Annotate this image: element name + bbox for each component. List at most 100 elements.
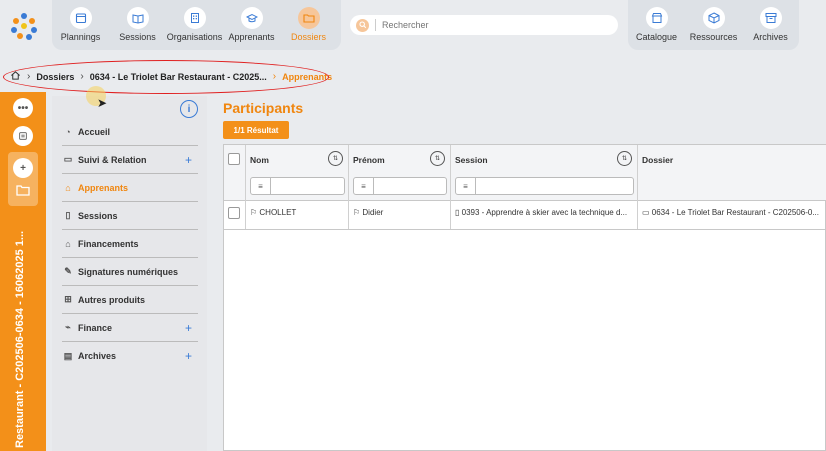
search-divider (375, 19, 376, 31)
folder-icon (15, 182, 31, 203)
add-button[interactable]: + (13, 158, 33, 178)
sidebar-item-accueil[interactable]: ◔ Accueil (62, 118, 198, 146)
sidebar-item-label: Sessions (78, 210, 118, 221)
right-nav-group: Catalogue Ressources Archives (628, 0, 799, 50)
top-navigation-bar: Plannings Sessions Organisations Apprena… (0, 0, 826, 56)
sidebar-item-sessions[interactable]: ▯ Sessions (62, 202, 198, 230)
building-icon (183, 7, 206, 29)
cube-icon (702, 7, 725, 29)
more-options-button[interactable]: ••• (13, 98, 33, 118)
main-nav-group: Plannings Sessions Organisations Apprena… (52, 0, 341, 50)
filter-icon: ≡ (251, 178, 271, 194)
info-icon[interactable]: i (180, 100, 198, 118)
add-icon[interactable]: + (185, 321, 192, 335)
dashboard-icon: ◔ (65, 126, 71, 137)
add-icon[interactable]: + (185, 349, 192, 363)
nav-organisations[interactable]: Organisations (166, 0, 223, 50)
nav-sessions[interactable]: Sessions (109, 0, 166, 50)
graduation-cap-icon: ⚐ (250, 208, 260, 217)
column-header-prenom[interactable]: Prénom (353, 155, 385, 165)
sidebar-item-apprenants[interactable]: ⌂ Apprenants (62, 174, 198, 202)
sidebar-item-suivi-relation[interactable]: ▭ Suivi & Relation + (62, 146, 198, 174)
row-divider (224, 229, 826, 230)
sidebar-item-finance[interactable]: ⌁ Finance + (62, 314, 198, 342)
nav-catalogue[interactable]: Catalogue (628, 0, 685, 50)
sidebar-item-label: Accueil (78, 126, 111, 137)
cell-nom[interactable]: CHOLLET (259, 208, 296, 217)
nav-label: Ressources (689, 32, 738, 42)
bank-icon: ⌂ (65, 238, 71, 249)
calendar-button[interactable] (13, 126, 33, 146)
cell-dossier[interactable]: 0634 - Le Triolet Bar Restaurant - C2025… (652, 208, 819, 217)
main-content: Participants 1/1 Résultat Nom ⇅ ≡ ⚐ CHOL… (207, 96, 826, 451)
nav-ressources[interactable]: Ressources (685, 0, 742, 50)
cell-session[interactable]: 0393 - Apprendre à skier avec la techniq… (462, 208, 627, 217)
mouse-cursor-icon: ➤ (97, 96, 108, 110)
chart-icon: ⌁ (65, 322, 71, 332)
result-count-badge: 1/1 Résultat (223, 121, 289, 139)
table-cell: ▯ 0393 - Apprendre à skier avec la techn… (455, 208, 635, 217)
sidebar-item-archives[interactable]: ▤ Archives + (62, 342, 198, 370)
sidebar-item-financements[interactable]: ⌂ Financements (62, 230, 198, 258)
graduation-cap-icon: ⌂ (65, 182, 71, 193)
dossier-vertical-title: Restaurant - C202506-0634 - 16062025 1..… (14, 230, 26, 448)
table-cell: ⚐ CHOLLET (250, 208, 346, 217)
sidebar-item-autres-produits[interactable]: ⊞ Autres produits (62, 286, 198, 314)
nav-label: Catalogue (635, 32, 678, 42)
nav-label: Plannings (60, 32, 101, 42)
sidebar-item-label: Autres produits (78, 294, 146, 305)
column-header-dossier[interactable]: Dossier (642, 155, 673, 165)
nav-label: Organisations (166, 32, 223, 42)
sidebar-item-label: Financements (78, 238, 139, 249)
filter-prenom[interactable]: ≡ (353, 177, 447, 195)
sidebar-item-signatures[interactable]: ✎ Signatures numériques (62, 258, 198, 286)
add-icon[interactable]: + (185, 153, 192, 167)
calendar-icon (69, 7, 92, 29)
folder-icon: ▭ (642, 208, 652, 217)
sidebar-item-label: Finance (78, 322, 113, 333)
sort-icon[interactable]: ⇅ (617, 151, 632, 166)
column-header-nom[interactable]: Nom (250, 155, 269, 165)
book-icon: ▯ (65, 210, 71, 220)
filter-icon: ≡ (354, 178, 374, 194)
filter-nom[interactable]: ≡ (250, 177, 345, 195)
nav-label: Apprenants (228, 32, 275, 42)
select-all-checkbox[interactable] (228, 153, 240, 165)
nav-label: Dossiers (290, 32, 326, 42)
app-logo[interactable] (8, 10, 40, 42)
row-checkbox[interactable] (228, 207, 240, 219)
nav-apprenants[interactable]: Apprenants (223, 0, 280, 50)
sidebar-item-label: Signatures numériques (78, 266, 179, 277)
signature-icon: ✎ (64, 266, 72, 276)
nav-plannings[interactable]: Plannings (52, 0, 109, 50)
filter-icon: ≡ (456, 178, 476, 194)
sort-icon[interactable]: ⇅ (328, 151, 343, 166)
nav-archives[interactable]: Archives (742, 0, 799, 50)
cart-icon: ⊞ (64, 294, 72, 304)
book-icon: ▯ (455, 208, 462, 217)
filter-session[interactable]: ≡ (455, 177, 634, 195)
participants-table: Nom ⇅ ≡ ⚐ CHOLLET Prénom ⇅ ≡ ⚐ Didier Se… (223, 144, 826, 451)
nav-dossiers[interactable]: Dossiers (280, 0, 337, 50)
page-title: Participants (223, 100, 304, 116)
sidebar-item-label: Apprenants (78, 182, 129, 193)
red-annotation-ellipse (3, 60, 329, 94)
search-input[interactable] (382, 20, 602, 30)
graduation-cap-icon: ⚐ (353, 208, 363, 217)
dossier-sidebar: i ◔ Accueil ▭ Suivi & Relation + ⌂ Appre… (52, 96, 207, 451)
table-cell: ⚐ Didier (353, 208, 448, 217)
graduation-cap-icon (240, 7, 263, 29)
archive-icon (759, 7, 782, 29)
search-icon (356, 18, 369, 32)
sort-icon[interactable]: ⇅ (430, 151, 445, 166)
sidebar-item-label: Archives (78, 351, 117, 361)
column-header-session[interactable]: Session (455, 155, 488, 165)
archive-icon: ▤ (63, 350, 73, 361)
cell-prenom[interactable]: Didier (362, 208, 383, 217)
chat-icon: ▭ (63, 154, 73, 164)
sidebar-item-label: Suivi & Relation (78, 154, 147, 165)
nav-label: Sessions (119, 32, 156, 42)
search-bar[interactable] (350, 15, 618, 35)
book-icon (126, 7, 149, 29)
select-column (224, 145, 246, 229)
